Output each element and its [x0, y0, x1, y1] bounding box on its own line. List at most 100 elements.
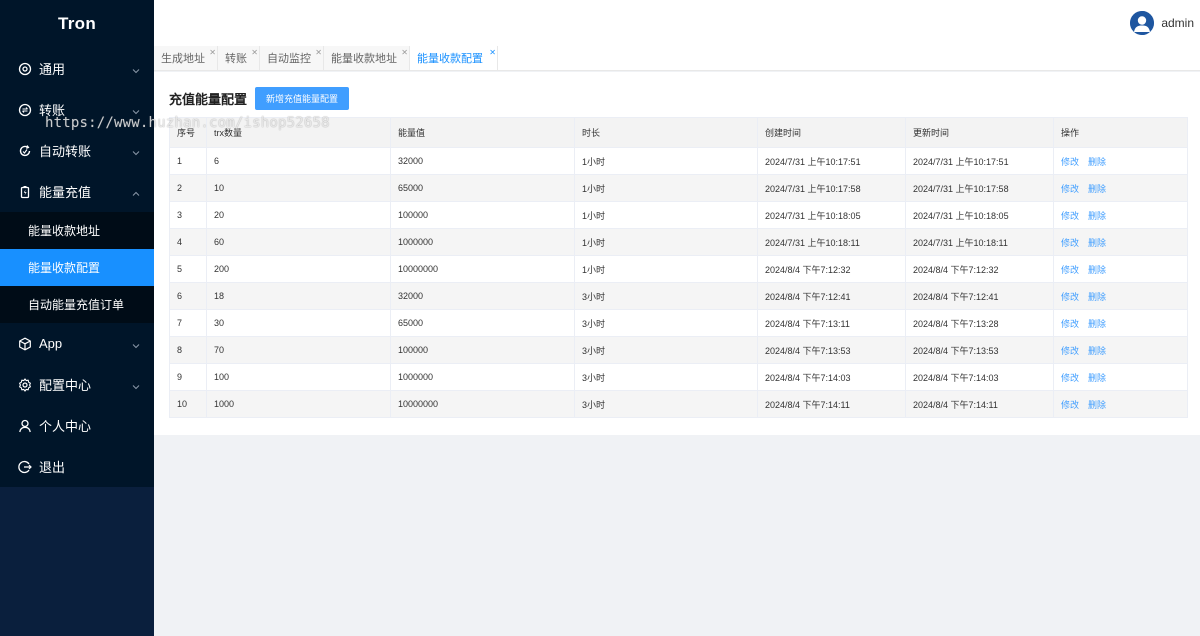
table-cell: 2024/7/31 上午10:18:05 — [905, 201, 1054, 229]
table-cell: 2024/7/31 上午10:18:05 — [757, 201, 906, 229]
delete-link[interactable]: 删除 — [1088, 292, 1106, 302]
table-cell: 1000 — [206, 390, 391, 418]
table-cell: 1000000 — [390, 228, 575, 256]
cube-icon — [18, 337, 32, 351]
sidebar-item-general[interactable]: 通用 — [0, 48, 154, 89]
sidebar-item-energy-recharge[interactable]: 能量充值 — [0, 171, 154, 212]
column-header: 时长 — [574, 117, 758, 148]
delete-link[interactable]: 删除 — [1088, 319, 1106, 329]
sidebar-item-label: 能量充值 — [39, 185, 92, 200]
sidebar-item-config-center[interactable]: 配置中心 — [0, 364, 154, 405]
table-cell: 2024/8/4 下午7:13:11 — [757, 309, 906, 337]
table-cell: 2024/7/31 上午10:17:51 — [905, 147, 1054, 175]
chevron-up-icon — [132, 186, 140, 196]
table-cell: 3小时 — [574, 390, 758, 418]
sidebar-subitem-energy-config[interactable]: 能量收款配置 — [0, 249, 154, 286]
table-cell: 2024/7/31 上午10:17:58 — [905, 174, 1054, 202]
edit-link[interactable]: 修改 — [1061, 157, 1079, 167]
sidebar-subitem-auto-energy-orders[interactable]: 自动能量充值订单 — [0, 286, 154, 323]
table-cell: 2024/8/4 下午7:13:28 — [905, 309, 1054, 337]
table-cell: 10 — [169, 390, 207, 418]
tab-label: 能量收款配置 — [417, 53, 483, 65]
table-cell: 20 — [206, 201, 391, 229]
table-cell: 3小时 — [574, 363, 758, 391]
delete-link[interactable]: 删除 — [1088, 211, 1106, 221]
tab-energy-address[interactable]: 能量收款地址 ✕ — [324, 46, 410, 70]
close-icon[interactable]: ✕ — [251, 49, 258, 57]
close-icon[interactable]: ✕ — [401, 49, 408, 57]
table-cell: 70 — [206, 336, 391, 364]
table-cell: 2024/8/4 下午7:14:03 — [905, 363, 1054, 391]
table-cell: 1小时 — [574, 228, 758, 256]
sidebar-item-transfer[interactable]: 转账 — [0, 89, 154, 130]
tab-transfer[interactable]: 转账 ✕ — [218, 46, 260, 70]
chevron-down-icon — [132, 338, 140, 348]
settings-circle-icon — [18, 62, 32, 76]
tab-energy-config[interactable]: 能量收款配置 ✕ — [410, 46, 498, 70]
column-header: trx数量 — [206, 117, 391, 148]
edit-link[interactable]: 修改 — [1061, 373, 1079, 383]
column-header: 操作 — [1053, 117, 1188, 148]
delete-link[interactable]: 删除 — [1088, 184, 1106, 194]
avatar[interactable] — [1130, 11, 1155, 35]
table-cell: 6 — [206, 147, 391, 175]
sidebar-item-label: 自动转账 — [39, 144, 92, 159]
edit-link[interactable]: 修改 — [1061, 238, 1079, 248]
delete-link[interactable]: 删除 — [1088, 373, 1106, 383]
table-cell: 1小时 — [574, 174, 758, 202]
column-header: 序号 — [169, 117, 207, 148]
sidebar-item-logout[interactable]: 退出 — [0, 446, 154, 487]
delete-link[interactable]: 删除 — [1088, 265, 1106, 275]
page-title: 充值能量配置 — [169, 92, 248, 107]
sidebar-footer-panel — [0, 487, 154, 636]
page-toolbar: 充值能量配置 新增充值能量配置 — [169, 87, 350, 110]
edit-link[interactable]: 修改 — [1061, 211, 1079, 221]
table-actions-cell: 修改 删除 — [1053, 174, 1188, 202]
edit-link[interactable]: 修改 — [1061, 265, 1079, 275]
add-energy-config-button[interactable]: 新增充值能量配置 — [255, 87, 350, 110]
table-cell: 65000 — [390, 174, 575, 202]
column-header: 能量值 — [390, 117, 575, 148]
edit-link[interactable]: 修改 — [1061, 346, 1079, 356]
edit-link[interactable]: 修改 — [1061, 400, 1079, 410]
table-cell: 60 — [206, 228, 391, 256]
table-row: 7 30 65000 3小时 2024/8/4 下午7:13:11 2024/8/4 下午… — [169, 309, 1188, 337]
table-cell: 1小时 — [574, 147, 758, 175]
sidebar-item-auto-transfer[interactable]: 自动转账 — [0, 130, 154, 171]
table-cell: 100000 — [390, 336, 575, 364]
sidebar-item-personal-center[interactable]: 个人中心 — [0, 405, 154, 446]
close-icon[interactable]: ✕ — [489, 49, 496, 57]
tab-auto-monitor[interactable]: 自动监控 ✕ — [260, 46, 324, 70]
username[interactable]: admin — [1161, 16, 1194, 30]
edit-link[interactable]: 修改 — [1061, 292, 1079, 302]
table-cell: 6 — [169, 282, 207, 310]
table-cell: 10000000 — [390, 390, 575, 418]
close-icon[interactable]: ✕ — [209, 49, 216, 57]
table-cell: 1000000 — [390, 363, 575, 391]
edit-link[interactable]: 修改 — [1061, 319, 1079, 329]
user-menu[interactable]: admin — [1130, 11, 1194, 35]
sidebar-item-app[interactable]: App — [0, 323, 154, 364]
table-cell: 10 — [206, 174, 391, 202]
table-cell: 1小时 — [574, 255, 758, 283]
table-actions-cell: 修改 删除 — [1053, 390, 1188, 418]
table-actions-cell: 修改 删除 — [1053, 309, 1188, 337]
table-cell: 1小时 — [574, 201, 758, 229]
delete-link[interactable]: 删除 — [1088, 346, 1106, 356]
sidebar-subitem-energy-address[interactable]: 能量收款地址 — [0, 212, 154, 249]
table-actions-cell: 修改 删除 — [1053, 201, 1188, 229]
delete-link[interactable]: 删除 — [1088, 157, 1106, 167]
tab-generate-address[interactable]: 生成地址 ✕ — [154, 46, 218, 70]
table-cell: 32000 — [390, 147, 575, 175]
sidebar-item-label: App — [39, 336, 63, 351]
table-actions-cell: 修改 删除 — [1053, 282, 1188, 310]
table-cell: 65000 — [390, 309, 575, 337]
table-row: 4 60 1000000 1小时 2024/7/31 上午10:18:11 2024/7/… — [169, 228, 1188, 256]
table-cell: 3 — [169, 201, 207, 229]
table-row: 6 18 32000 3小时 2024/8/4 下午7:12:41 2024/8/4 下午… — [169, 282, 1188, 310]
edit-link[interactable]: 修改 — [1061, 184, 1079, 194]
delete-link[interactable]: 删除 — [1088, 238, 1106, 248]
close-icon[interactable]: ✕ — [315, 49, 322, 57]
tab-label: 转账 — [225, 53, 247, 65]
delete-link[interactable]: 删除 — [1088, 400, 1106, 410]
